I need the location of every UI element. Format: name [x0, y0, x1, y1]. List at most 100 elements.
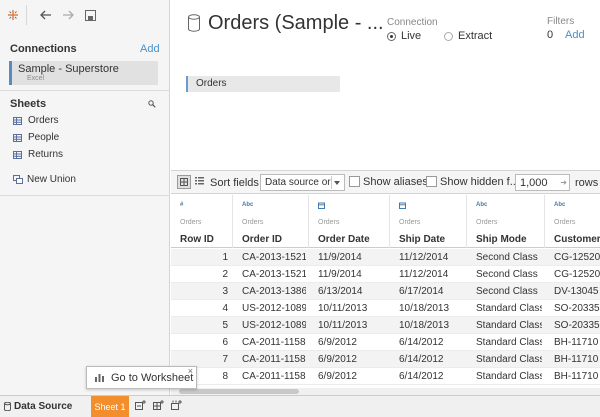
table-cell: DV-13045 [554, 286, 599, 297]
canvas-table-orders[interactable]: Orders [186, 76, 340, 92]
rows-input[interactable]: 1,000 ➜ [515, 174, 570, 191]
list-view-button[interactable] [195, 176, 204, 188]
horizontal-scrollbar[interactable] [171, 388, 600, 395]
sort-fields-select[interactable]: Data source or [260, 174, 345, 191]
add-filter-link[interactable]: Add [565, 29, 585, 41]
table-cell: Standard Class [476, 337, 542, 348]
sheet-item-people[interactable]: People [13, 132, 59, 143]
field-type-icon[interactable]: # [180, 202, 183, 208]
show-aliases-label: Show aliases [363, 176, 428, 188]
table-cell: Standard Class [476, 371, 542, 382]
filters-count: 0 [547, 29, 554, 41]
connection-name: Sample - Superstore [18, 63, 119, 75]
column-header[interactable]: # Orders Row ID [171, 195, 233, 248]
bar-chart-icon [95, 372, 105, 385]
tab-data-source[interactable]: Data Source [0, 396, 72, 417]
sheet-item-returns[interactable]: Returns [13, 149, 63, 160]
new-dashboard-icon[interactable] [153, 400, 164, 414]
table-cell: CA-2013-1386... [242, 286, 306, 297]
sheets-title: Sheets [10, 98, 47, 110]
connections-title: Connections [10, 43, 77, 55]
union-icon [13, 175, 23, 184]
scrollbar-thumb[interactable] [179, 389, 299, 394]
tooltip-text: Go to Worksheet [111, 372, 194, 384]
column-header[interactable]: Orders Ship Date [390, 195, 467, 248]
field-type-icon[interactable] [399, 202, 406, 211]
column-name: Order ID [242, 234, 283, 245]
show-hidden-checkbox[interactable] [426, 176, 437, 187]
go-to-worksheet-tooltip[interactable]: Go to Worksheet × [86, 366, 197, 389]
table-cell: 6/9/2012 [318, 354, 357, 365]
show-hidden-label: Show hidden f... [440, 176, 519, 188]
sheet-item-orders[interactable]: Orders [13, 115, 59, 126]
column-header[interactable]: Abc Orders Customer ID [545, 195, 600, 248]
field-type-icon[interactable] [318, 202, 325, 211]
column-source: Orders [180, 219, 202, 226]
connection-type: Excel [27, 75, 45, 82]
new-worksheet-icon[interactable] [135, 400, 146, 414]
table-cell: CG-12520 [554, 252, 600, 263]
table-cell: 6/14/2012 [399, 354, 444, 365]
field-type-icon[interactable]: Abc [476, 202, 487, 208]
live-label: Live [401, 30, 422, 42]
arrow-right-icon[interactable]: ➜ [560, 178, 567, 187]
field-type-icon[interactable]: Abc [242, 202, 253, 208]
sheet-item-label: Returns [28, 149, 64, 160]
sheet-item-label: Orders [28, 115, 59, 126]
table-row: 8CA-2011-1158...6/9/20126/14/2012Standar… [171, 368, 600, 385]
column-source: Orders [242, 219, 264, 226]
table-cell: SO-20335 [554, 303, 600, 314]
column-name: Row ID [180, 234, 214, 245]
column-name: Ship Date [399, 234, 446, 245]
table-cell: CA-2013-1521... [242, 252, 306, 263]
table-icon [13, 133, 22, 142]
table-cell: Standard Class [476, 320, 542, 331]
table-cell: 5 [222, 320, 228, 331]
table-cell: 1 [222, 252, 228, 263]
column-header[interactable]: Abc Orders Ship Mode [467, 195, 545, 248]
table-cell: 10/18/2013 [399, 320, 450, 331]
new-union-label: New Union [27, 174, 76, 185]
save-icon[interactable] [81, 6, 99, 24]
table-cell: CA-2011-1158... [242, 371, 306, 382]
column-source: Orders [318, 219, 340, 226]
column-source: Orders [476, 219, 498, 226]
column-header[interactable]: Abc Orders Order ID [233, 195, 309, 248]
table-cell: 11/12/2014 [399, 269, 449, 280]
column-source: Orders [399, 219, 421, 226]
search-icon[interactable] [148, 100, 156, 111]
back-arrow-icon[interactable] [37, 6, 55, 24]
data-grid: # Orders Row ID Abc Orders Order ID Orders Orde… [171, 195, 600, 388]
data-source-header: Orders (Sample - ... Connection Live Ext… [171, 0, 600, 170]
sort-fields-value: Data source or [265, 177, 331, 188]
table-cell: Second Class [476, 269, 538, 280]
column-name: Customer ID [554, 234, 600, 245]
radio-unselected-icon [444, 31, 453, 41]
table-cell: 6/13/2014 [318, 286, 363, 297]
table-cell: 10/11/2013 [318, 303, 368, 314]
table-cell: BH-11710 [554, 371, 599, 382]
live-radio[interactable]: Live [387, 30, 421, 42]
close-icon[interactable]: × [188, 366, 193, 376]
table-row: 3 CA-2013-1386... 6/13/2014 6/17/2014 Second… [171, 283, 600, 300]
table-cell: 11/9/2014 [318, 269, 362, 280]
new-story-icon[interactable] [171, 400, 182, 414]
column-header[interactable]: Orders Order Date [309, 195, 390, 248]
divider [0, 195, 170, 196]
extract-radio[interactable]: Extract [444, 30, 492, 42]
tab-sheet-1[interactable]: Sheet 1 [91, 396, 129, 417]
connection-item[interactable]: Sample - Superstore Excel [9, 61, 158, 85]
page-title[interactable]: Orders (Sample - ... [208, 12, 384, 35]
bottom-tab-bar: Data Source Sheet 1 [0, 395, 600, 417]
grid-view-button[interactable] [177, 175, 191, 189]
tableau-logo-icon[interactable] [4, 6, 22, 24]
forward-arrow-icon[interactable] [59, 6, 77, 24]
chevron-down-icon [331, 176, 342, 189]
table-cell: 4 [222, 303, 228, 314]
show-aliases-checkbox[interactable] [349, 176, 360, 187]
add-connection-link[interactable]: Add [140, 43, 160, 55]
table-cell: CA-2011-1158... [242, 337, 306, 348]
new-union-item[interactable]: New Union [13, 174, 76, 185]
table-cell: 11/9/2014 [318, 252, 362, 263]
field-type-icon[interactable]: Abc [554, 202, 565, 208]
